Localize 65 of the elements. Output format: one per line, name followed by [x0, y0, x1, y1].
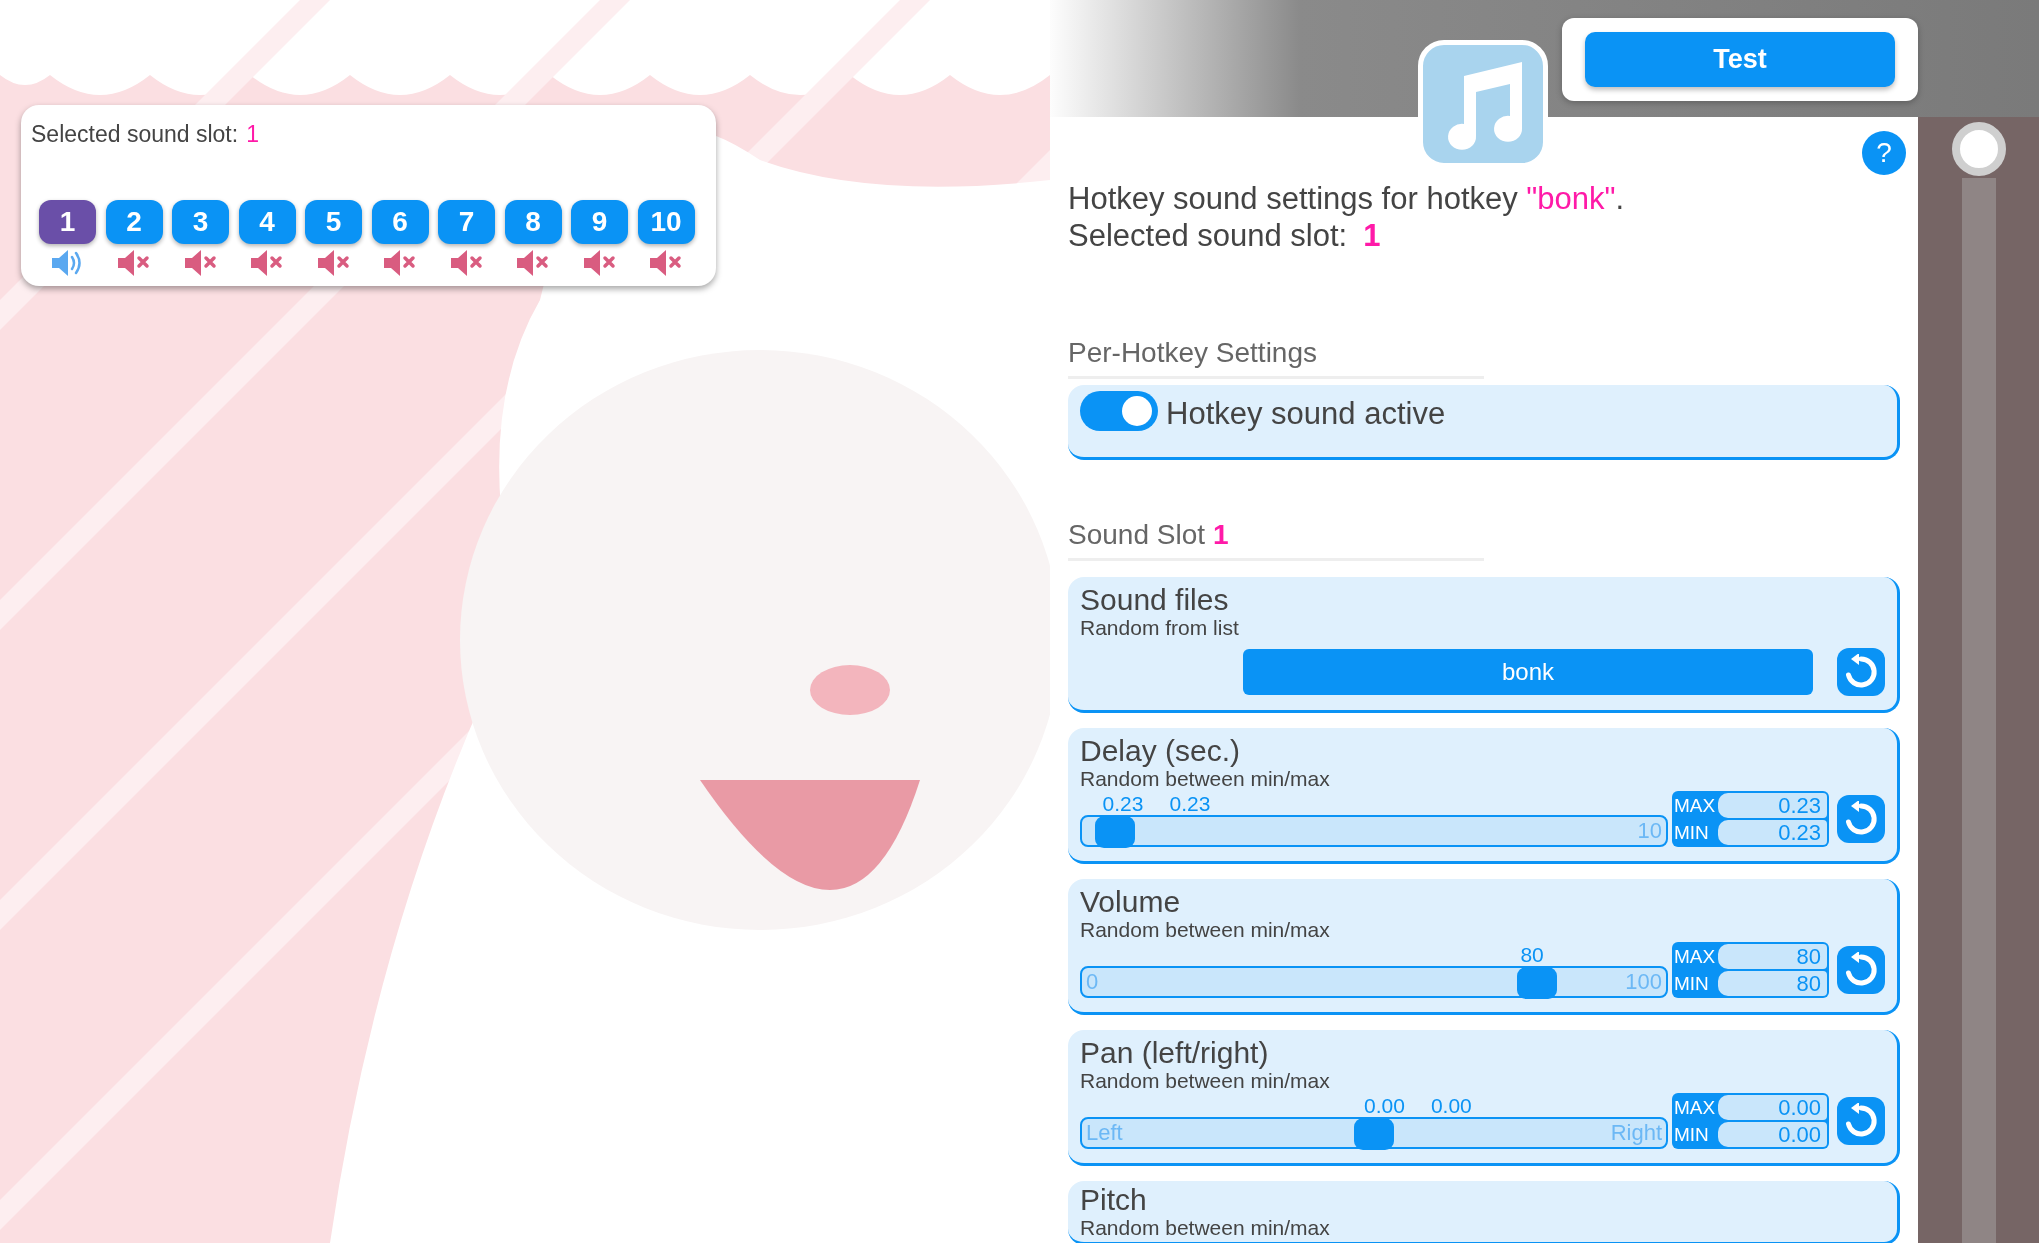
- slider-reading: 80: [1520, 944, 1544, 966]
- slider-reading: 0.00: [1430, 1095, 1472, 1117]
- number-field[interactable]: 0.00: [1718, 1095, 1827, 1120]
- section-heading: Per-Hotkey Settings: [1068, 332, 1484, 379]
- slot-button[interactable]: 6: [371, 199, 429, 244]
- field-tag: MIN: [1674, 1122, 1718, 1147]
- card-title: Pan (left/right): [1080, 1036, 1270, 1069]
- slot-button[interactable]: 10: [637, 199, 695, 244]
- help-button[interactable]: ?: [1862, 131, 1906, 175]
- reset-button[interactable]: [1837, 946, 1885, 994]
- slot-button[interactable]: 1: [39, 199, 96, 244]
- reset-button[interactable]: [1837, 1097, 1885, 1145]
- reset-button[interactable]: [1837, 648, 1885, 696]
- slot-button[interactable]: 2: [105, 199, 163, 244]
- card-subtitle: Random between min/max: [1080, 767, 1331, 791]
- slider-thumb[interactable]: [1354, 1118, 1394, 1150]
- slot-button[interactable]: 7: [438, 199, 495, 244]
- slider-reading: 0.23: [1102, 793, 1144, 815]
- slot-button[interactable]: 5: [305, 199, 362, 244]
- section-heading: Sound Slot 1: [1068, 514, 1484, 561]
- card-title: Delay (sec.): [1080, 734, 1242, 767]
- number-field[interactable]: 80: [1718, 944, 1827, 969]
- field-tag: MAX: [1674, 793, 1718, 818]
- slider-reading: 0.23: [1169, 793, 1211, 815]
- slider-max-label: Right: [1609, 1119, 1663, 1147]
- selected-slot-value: 1: [246, 120, 259, 149]
- slider-max-label: 100: [1624, 968, 1663, 996]
- selected-slot-value: 1: [1363, 217, 1381, 254]
- slider-reading: 0.00: [1364, 1095, 1405, 1117]
- selected-slot-label: Selected sound slot:: [1068, 217, 1348, 254]
- selected-slot-label: Selected sound slot:: [31, 120, 239, 149]
- sound-file-button[interactable]: bonk: [1243, 649, 1813, 695]
- field-tag: MIN: [1674, 971, 1718, 996]
- card-subtitle: Random from list: [1080, 616, 1240, 640]
- slider-min-label: 0: [1085, 968, 1100, 996]
- toggle-switch[interactable]: [1080, 391, 1158, 431]
- slider-min-label: Left: [1085, 1119, 1124, 1147]
- card-title: Volume: [1080, 885, 1182, 918]
- number-field[interactable]: 0.23: [1718, 793, 1827, 818]
- hotkey-heading: Hotkey sound settings for hotkey "bonk".: [1068, 180, 1626, 217]
- reset-button[interactable]: [1837, 795, 1885, 843]
- slider-max-label: 10: [1636, 817, 1663, 845]
- card-subtitle: Random between min/max: [1080, 918, 1331, 942]
- scrollbar-track[interactable]: [1962, 178, 1996, 1243]
- slider-thumb[interactable]: [1517, 967, 1558, 999]
- card-subtitle: Random between min/max: [1080, 1069, 1331, 1093]
- field-tag: MIN: [1674, 820, 1718, 845]
- range-slider[interactable]: Left Right: [1080, 1117, 1668, 1149]
- range-slider[interactable]: 0 100: [1080, 966, 1668, 998]
- slot-button[interactable]: 8: [504, 199, 562, 244]
- toggle-label: Hotkey sound active: [1166, 395, 1446, 433]
- number-field[interactable]: 0.00: [1718, 1122, 1827, 1147]
- test-button[interactable]: Test: [1585, 32, 1895, 87]
- range-slider[interactable]: 10: [1080, 815, 1668, 847]
- field-tag: MAX: [1674, 1095, 1718, 1120]
- slot-button[interactable]: 3: [172, 199, 229, 244]
- slot-button[interactable]: 9: [571, 199, 628, 244]
- slider-thumb[interactable]: [1094, 816, 1135, 848]
- card-title: Sound files: [1080, 583, 1230, 616]
- number-field[interactable]: 80: [1718, 971, 1827, 996]
- card-subtitle: Random between min/max: [1080, 1216, 1331, 1240]
- slot-button[interactable]: 4: [238, 199, 296, 244]
- field-tag: MAX: [1674, 944, 1718, 969]
- card-title: Pitch: [1080, 1183, 1148, 1216]
- number-field[interactable]: 0.23: [1718, 820, 1827, 845]
